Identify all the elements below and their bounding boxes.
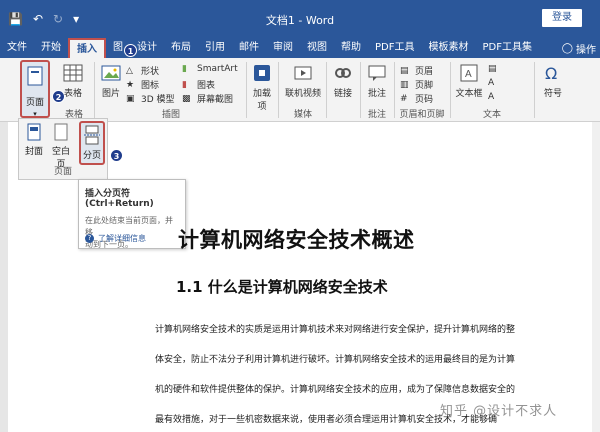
blank-page-icon — [54, 123, 68, 141]
ribbon-divider — [246, 62, 247, 118]
ribbon-tabs: 文件 开始 插入 图 设计 布局 引用 邮件 审阅 视图 帮助 PDF工具 模板… — [0, 38, 600, 58]
page-break-button[interactable]: 分页 — [79, 121, 105, 165]
cover-page-icon — [27, 123, 41, 141]
document-heading-1: 计算机网络安全技术概述 — [178, 227, 415, 252]
tab-view[interactable]: 视图 — [300, 38, 334, 58]
tab-references[interactable]: 引用 — [198, 38, 232, 58]
tab-pdf-toolset[interactable]: PDF工具集 — [475, 38, 538, 58]
page-break-tooltip: 插入分页符 (Ctrl+Return) 在此处结束当前页面，并移 动到下一页。 … — [78, 179, 186, 249]
ribbon-insert: 页面 ▾ 2 表格 表格 图片 △ 形状 ★ 图标 ▣ 3D 模型 ▮ SmartArt… — [0, 58, 600, 122]
tab-mailings[interactable]: 邮件 — [232, 38, 266, 58]
document-paragraph-line: 机的硬件和软件提供整体的保护。计算机网络安全技术的应用，成为了保障信息数据安全的 — [155, 385, 516, 395]
page-break-icon — [84, 125, 100, 145]
left-margin — [0, 122, 8, 432]
tab-insert[interactable]: 插入 — [68, 38, 106, 58]
link-button[interactable]: 链接 — [330, 62, 356, 99]
ribbon-divider — [360, 62, 361, 118]
tooltip-title: 插入分页符 (Ctrl+Return) — [85, 189, 154, 209]
ribbon-divider — [394, 62, 395, 118]
step-marker-3: 3 — [110, 149, 123, 162]
symbol-button[interactable]: Ω 符号 — [540, 62, 566, 99]
chevron-down-icon: ▾ — [33, 110, 37, 118]
watermark: 知乎 @设计不求人 — [440, 404, 558, 419]
tell-me-box[interactable]: ◯ 操作 — [562, 41, 600, 56]
group-label-illustrations: 插图 — [161, 110, 180, 120]
learn-more-link[interactable]: ? 了解详细信息 — [85, 233, 146, 244]
page-break-label: 分页 — [82, 151, 101, 161]
group-label-header-footer: 页眉和页脚 — [399, 110, 445, 120]
ribbon-divider — [94, 62, 95, 118]
ribbon-divider — [450, 62, 451, 118]
vertical-scrollbar[interactable] — [592, 122, 600, 432]
document-paragraph-line: 体安全，防止不法分子利用计算机进行破坏。计算机网络安全技术的运用最终目的是为计算 — [155, 355, 516, 365]
addins-button[interactable]: 加载项 — [250, 62, 274, 112]
learn-more-label: 了解详细信息 — [98, 234, 146, 243]
pages-button-label: 页面 — [25, 98, 44, 108]
group-label-media: 媒体 — [293, 110, 312, 120]
ribbon-divider — [278, 62, 279, 118]
login-button[interactable]: 登录 — [542, 9, 582, 27]
addins-label: 加载项 — [252, 89, 271, 112]
tab-review[interactable]: 审阅 — [266, 38, 300, 58]
pages-dropdown: 封面 空白页 分页 页面 — [18, 118, 108, 180]
group-label-pages: 页面 — [53, 167, 72, 177]
tell-me-label: 操作 — [576, 44, 596, 56]
page-icon — [27, 66, 43, 86]
group-label-comment: 批注 — [367, 110, 386, 120]
tab-pdf-tools[interactable]: PDF工具 — [368, 38, 421, 58]
tab-home[interactable]: 开始 — [34, 38, 68, 58]
blank-page-button[interactable]: 空白页 — [49, 123, 73, 170]
tab-file[interactable]: 文件 — [0, 38, 34, 58]
cover-page-label: 封面 — [24, 147, 43, 157]
help-icon: ? — [85, 234, 94, 243]
pages-button[interactable]: 页面 ▾ — [20, 60, 50, 118]
tab-help[interactable]: 帮助 — [334, 38, 368, 58]
document-paragraph-line: 计算机网络安全技术的实质是运用计算机技术来对网络进行安全保护，提升计算机网络的整 — [155, 325, 516, 335]
tab-layout[interactable]: 布局 — [164, 38, 198, 58]
link-icon — [335, 68, 351, 78]
step-marker-1: 1 — [124, 44, 137, 57]
cover-page-button[interactable]: 封面 — [23, 123, 45, 157]
ribbon-divider — [534, 62, 535, 118]
title-bar: 💾 ↶ ↻ ▾ 文档1 - Word 登录 — [0, 0, 600, 38]
symbol-label: 符号 — [543, 89, 562, 99]
link-label: 链接 — [333, 89, 352, 99]
ribbon-divider — [326, 62, 327, 118]
omega-icon: Ω — [545, 64, 557, 83]
addins-icon — [254, 65, 270, 81]
tab-template[interactable]: 模板素材 — [421, 38, 475, 58]
lightbulb-icon: ◯ — [561, 42, 573, 54]
document-title: 文档1 - Word — [265, 14, 335, 27]
document-heading-2: 1.1 什么是计算机网络安全技术 — [176, 278, 388, 296]
svg-text:Ω: Ω — [545, 64, 557, 83]
group-label-text: 文本 — [482, 110, 501, 120]
